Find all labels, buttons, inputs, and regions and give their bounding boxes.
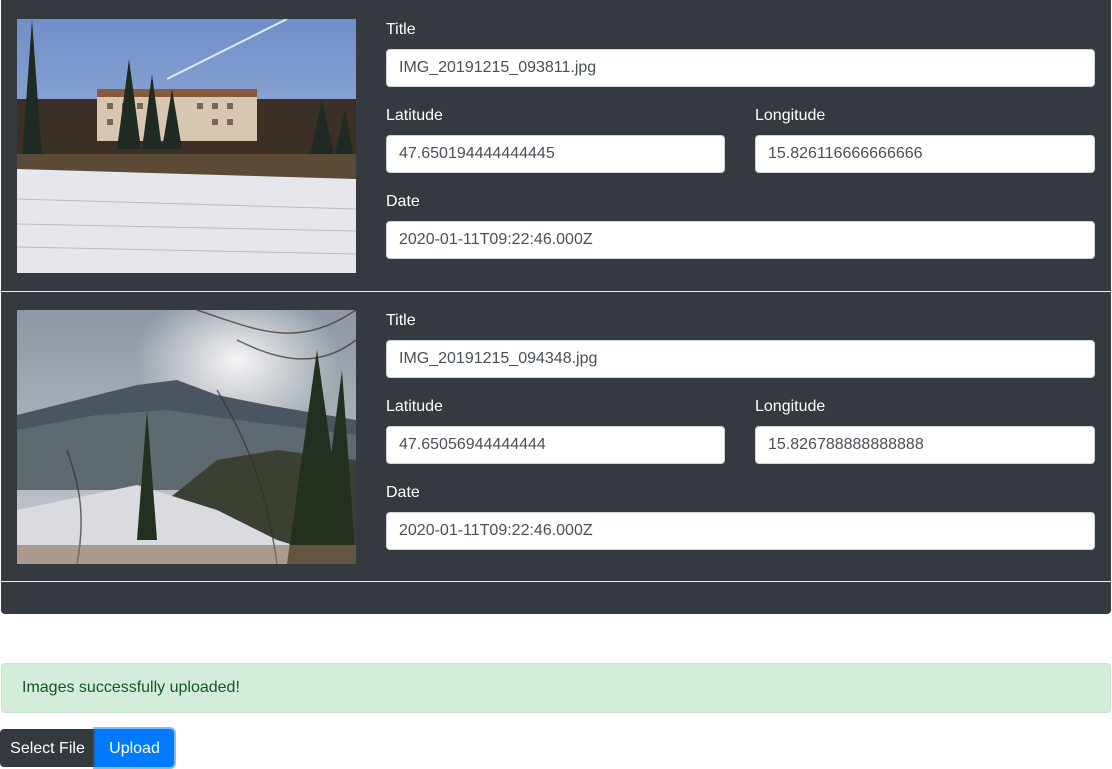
title-label: Title xyxy=(386,312,416,329)
latitude-label: Latitude xyxy=(386,107,443,124)
longitude-input[interactable] xyxy=(755,135,1095,173)
image-list-panel: Title Latitude Longitude Date xyxy=(1,0,1111,614)
title-input[interactable] xyxy=(386,49,1095,87)
upload-button[interactable]: Upload xyxy=(95,729,174,767)
longitude-label: Longitude xyxy=(755,398,826,415)
latitude-label: Latitude xyxy=(386,398,443,415)
image-thumbnail xyxy=(17,19,356,273)
image-thumbnail xyxy=(17,310,356,564)
select-file-button[interactable]: Select File xyxy=(0,729,95,767)
latitude-input[interactable] xyxy=(386,426,725,464)
entry-divider xyxy=(1,581,1111,582)
date-label: Date xyxy=(386,193,420,210)
title-input[interactable] xyxy=(386,340,1095,378)
date-label: Date xyxy=(386,484,420,501)
date-input[interactable] xyxy=(386,221,1095,259)
success-alert: Images successfully uploaded! xyxy=(1,663,1111,713)
image-entry: Title Latitude Longitude Date xyxy=(1,0,1111,290)
title-label: Title xyxy=(386,21,416,38)
latitude-input[interactable] xyxy=(386,135,725,173)
date-input[interactable] xyxy=(386,512,1095,550)
longitude-input[interactable] xyxy=(755,426,1095,464)
image-entry: Title Latitude Longitude Date xyxy=(1,291,1111,581)
longitude-label: Longitude xyxy=(755,107,826,124)
